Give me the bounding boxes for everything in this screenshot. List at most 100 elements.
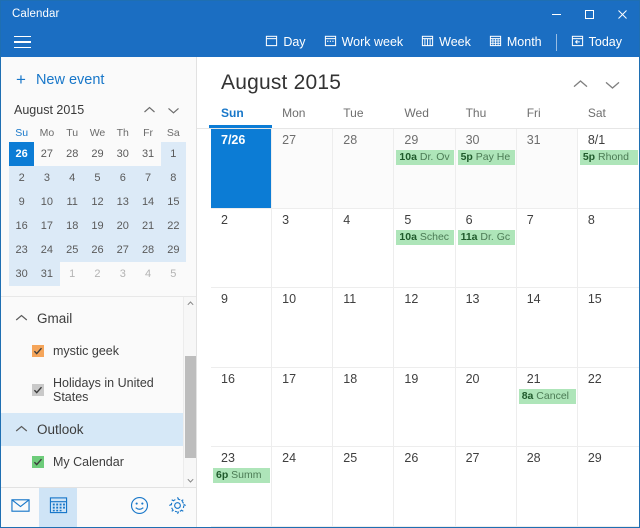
day-cell[interactable]: 8 <box>577 208 639 289</box>
mini-calendar-day[interactable]: 21 <box>135 214 161 238</box>
sidebar-scrollbar[interactable] <box>183 297 196 487</box>
mini-calendar-day[interactable]: 15 <box>160 190 186 214</box>
mail-app-button[interactable] <box>1 488 39 527</box>
event-chip[interactable]: 10a Schec <box>396 229 454 245</box>
mini-calendar-day[interactable]: 22 <box>160 214 186 238</box>
mini-calendar-day[interactable]: 6 <box>110 166 136 190</box>
day-cell[interactable]: 4 <box>333 208 395 289</box>
maximize-button[interactable] <box>573 1 606 27</box>
day-header-thu[interactable]: Thu <box>456 104 517 122</box>
day-cell[interactable]: 15 <box>577 288 639 368</box>
day-header-sat[interactable]: Sat <box>578 104 639 122</box>
mini-calendar-day[interactable]: 16 <box>9 214 35 238</box>
mini-calendar-day[interactable]: 10 <box>34 190 60 214</box>
settings-button[interactable] <box>158 488 196 527</box>
mini-calendar-day[interactable]: 17 <box>34 214 60 238</box>
mini-calendar-day[interactable]: 4 <box>59 166 85 190</box>
mini-calendar-day[interactable]: 1 <box>160 142 186 166</box>
day-cell[interactable]: 6 11a Dr. Gc <box>455 208 517 289</box>
mini-calendar-day[interactable]: 28 <box>135 238 161 262</box>
view-button-week[interactable]: Week <box>412 31 480 53</box>
day-cell[interactable]: 21 8a Cancel <box>516 367 578 448</box>
day-cell[interactable]: 7 <box>516 208 578 289</box>
mini-calendar-day[interactable]: 2 <box>9 166 35 190</box>
mini-calendar-day[interactable]: 26 <box>84 238 111 262</box>
mini-calendar-day[interactable]: 5 <box>84 166 111 190</box>
minimize-button[interactable] <box>540 1 573 27</box>
calendar-checkbox[interactable] <box>32 345 44 357</box>
day-cell[interactable]: 27 <box>272 129 334 209</box>
mini-calendar-day[interactable]: 29 <box>85 142 110 166</box>
day-cell[interactable]: 27 <box>455 447 517 527</box>
mini-calendar-next-button[interactable] <box>162 101 184 119</box>
mini-calendar-day[interactable]: 30 <box>9 262 35 286</box>
mini-calendar-day[interactable]: 1 <box>60 262 85 286</box>
event-chip[interactable]: 8a Cancel <box>518 388 576 404</box>
day-cell[interactable]: 31 <box>516 129 578 209</box>
feedback-button[interactable] <box>120 488 158 527</box>
day-cell[interactable]: 10 <box>272 288 334 368</box>
day-header-tue[interactable]: Tue <box>333 104 394 122</box>
day-cell[interactable]: 3 <box>272 208 334 289</box>
event-chip[interactable]: 11a Dr. Gc <box>457 229 515 245</box>
day-cell[interactable]: 17 <box>272 367 334 448</box>
mini-calendar-day[interactable]: 11 <box>59 190 85 214</box>
scroll-up-arrow-icon[interactable] <box>184 297 197 310</box>
view-button-month[interactable]: Month <box>480 31 551 53</box>
account-group-gmail[interactable]: Gmail <box>1 302 183 335</box>
new-event-button[interactable]: + New event <box>1 57 196 101</box>
mini-calendar-day[interactable]: 26 <box>9 142 35 166</box>
mini-calendar-day[interactable]: 4 <box>135 262 160 286</box>
day-header-wed[interactable]: Wed <box>394 104 455 122</box>
mini-calendar-day[interactable]: 5 <box>161 262 186 286</box>
day-cell[interactable]: 19 <box>394 367 456 448</box>
day-cell[interactable]: 5 10a Schec <box>394 208 456 289</box>
day-cell[interactable]: 8/1 5p Rhond <box>577 129 639 209</box>
event-chip[interactable]: 6p Summ <box>213 468 271 484</box>
main-next-button[interactable] <box>599 73 625 95</box>
day-cell[interactable]: 29 10a Dr. Ov <box>394 129 456 209</box>
day-cell[interactable]: 12 <box>394 288 456 368</box>
mini-calendar-prev-button[interactable] <box>138 101 160 119</box>
view-button-work-week[interactable]: Work week <box>315 31 413 53</box>
day-cell[interactable]: 2 <box>211 208 273 289</box>
day-header-fri[interactable]: Fri <box>517 104 578 122</box>
day-cell[interactable]: 26 <box>394 447 456 527</box>
day-cell[interactable]: 28 <box>333 129 395 209</box>
event-chip[interactable]: 5p Pay He <box>457 150 515 165</box>
mini-calendar-day[interactable]: 23 <box>9 238 35 262</box>
close-button[interactable] <box>606 1 639 27</box>
main-prev-button[interactable] <box>567 73 593 95</box>
mini-calendar-day[interactable]: 19 <box>84 214 111 238</box>
mini-calendar-day[interactable]: 27 <box>110 238 136 262</box>
day-cell[interactable]: 30 5p Pay He <box>455 129 517 209</box>
mini-calendar-day[interactable]: 31 <box>34 262 60 286</box>
day-cell[interactable]: 7/26 <box>211 129 273 209</box>
day-cell[interactable]: 18 <box>333 367 395 448</box>
day-cell[interactable]: 22 <box>577 367 639 448</box>
day-cell[interactable]: 24 <box>272 447 334 527</box>
day-cell[interactable]: 28 <box>516 447 578 527</box>
hamburger-menu-button[interactable] <box>1 27 43 57</box>
calendar-app-button[interactable] <box>39 488 77 527</box>
day-header-mon[interactable]: Mon <box>272 104 333 122</box>
event-chip[interactable]: 10a Dr. Ov <box>396 150 454 165</box>
scrollbar-track[interactable] <box>184 310 196 474</box>
mini-calendar-day[interactable]: 12 <box>84 190 111 214</box>
day-cell[interactable]: 25 <box>333 447 395 527</box>
mini-calendar-day[interactable]: 3 <box>110 262 135 286</box>
mini-calendar-day[interactable]: 7 <box>135 166 161 190</box>
mini-calendar-day[interactable]: 24 <box>34 238 60 262</box>
today-button[interactable]: Today <box>562 31 631 53</box>
calendar-item[interactable]: mystic geek <box>1 335 183 367</box>
day-cell[interactable]: 14 <box>516 288 578 368</box>
mini-calendar-day[interactable]: 31 <box>135 142 160 166</box>
mini-calendar-day[interactable]: 20 <box>110 214 136 238</box>
day-cell[interactable]: 29 <box>577 447 639 527</box>
day-cell[interactable]: 9 <box>211 288 273 368</box>
mini-calendar-day[interactable]: 27 <box>34 142 59 166</box>
day-cell[interactable]: 11 <box>333 288 395 368</box>
mini-calendar-day[interactable]: 9 <box>9 190 35 214</box>
day-cell[interactable]: 13 <box>455 288 517 368</box>
mini-calendar-day[interactable]: 28 <box>60 142 85 166</box>
